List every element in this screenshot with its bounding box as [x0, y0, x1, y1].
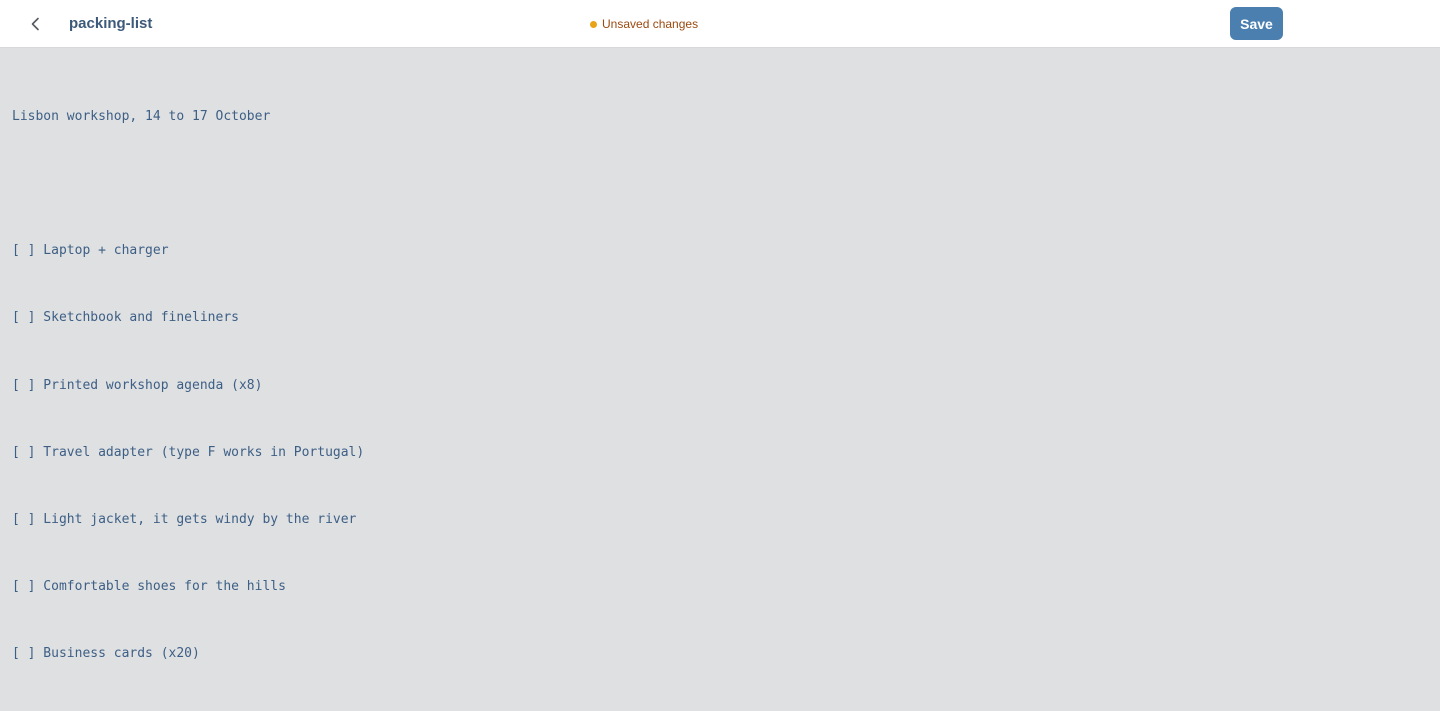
status-dot-icon [590, 20, 597, 28]
editor-line[interactable]: [ ] Printed workshop agenda (x8) [12, 375, 364, 397]
editor-line[interactable] [12, 173, 364, 195]
unsaved-status: Unsaved changes [590, 16, 698, 32]
file-title: packing-list [69, 15, 153, 32]
back-button[interactable] [22, 10, 50, 38]
status-text: Unsaved changes [602, 17, 699, 31]
editor-line[interactable]: [ ] Business cards (x20) [12, 643, 364, 665]
editor-line[interactable]: Lisbon workshop, 14 to 17 October [12, 106, 364, 128]
editor-line[interactable]: [ ] Travel adapter (type F works in Port… [12, 442, 364, 464]
editor-line[interactable]: [ ] Laptop + charger [12, 240, 364, 262]
text-editor[interactable]: Lisbon workshop, 14 to 17 October [ ] La… [0, 48, 1440, 661]
top-bar: packing-list Unsaved changes Save [0, 0, 1440, 48]
editor-line[interactable]: [ ] Light jacket, it gets windy by the r… [12, 509, 364, 531]
save-button[interactable]: Save [1230, 7, 1283, 40]
chevron-left-icon [31, 17, 39, 31]
editor-content[interactable]: Lisbon workshop, 14 to 17 October [ ] La… [12, 61, 364, 711]
editor-line[interactable]: [ ] Sketchbook and fineliners [12, 307, 364, 329]
editor-line[interactable]: [ ] Comfortable shoes for the hills [12, 576, 364, 598]
